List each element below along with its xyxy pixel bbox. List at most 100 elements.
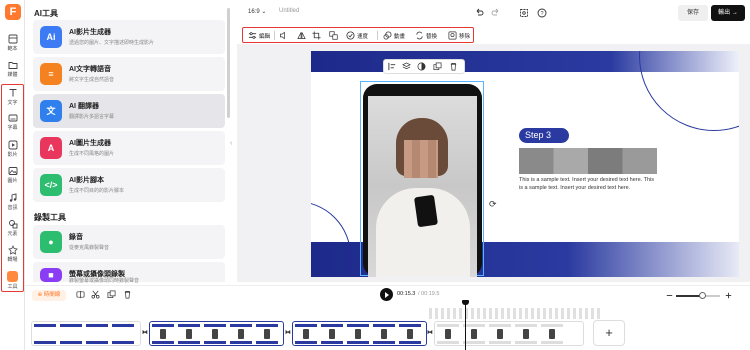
tool-name: AI圖片生成器 <box>69 140 111 147</box>
project-title[interactable]: Untitled <box>279 8 299 14</box>
svg-text:?: ? <box>540 11 543 17</box>
export-button[interactable]: 輸出 → <box>711 5 745 21</box>
clip-thumbnail <box>295 324 317 344</box>
tool-name: AI文字轉語音 <box>69 66 111 73</box>
screenshot-icon[interactable] <box>519 8 529 18</box>
zoom-out-icon[interactable] <box>665 291 674 300</box>
tool-card-image-generator[interactable]: A AI圖片生成器 生成不同風格的圖片 <box>33 131 225 165</box>
element-edit-toolbar: 編輯 速度 動畫 替換 移除 <box>242 27 474 43</box>
toolbar-divider <box>377 31 378 40</box>
zoom-knob[interactable] <box>699 292 707 299</box>
transition-marker-icon[interactable]: ⧓ <box>142 330 148 336</box>
flip-button[interactable] <box>297 30 308 41</box>
playhead-line[interactable] <box>465 302 466 350</box>
handheld-phone <box>414 194 438 228</box>
zoom-in-icon[interactable] <box>724 291 733 300</box>
tool-desc: 透過您的圖片、文字描述即時生成影片 <box>69 40 155 46</box>
clip-thumbnail <box>152 324 174 344</box>
remove-button[interactable]: 移除 <box>448 30 470 41</box>
tool-card-video-generator[interactable]: Ai AI影片生成器 透過您的圖片、文字描述即時生成影片 <box>33 20 225 54</box>
remove-bg-icon <box>448 31 457 40</box>
tool-name: AI影片生成器 <box>69 29 111 36</box>
animation-button[interactable]: 動畫 <box>383 30 405 41</box>
timeline-clip[interactable] <box>434 321 584 346</box>
top-bar: 16:9 ⌄ Untitled ? 保存 輸出 → <box>237 0 750 26</box>
ai-video-icon: Ai <box>40 26 62 48</box>
help-icon[interactable]: ? <box>537 8 547 18</box>
rail-item-template[interactable]: 範本 <box>0 34 25 52</box>
scissors-icon[interactable] <box>91 290 100 299</box>
tts-icon: ≡ <box>40 63 62 85</box>
decor-circle <box>639 51 739 131</box>
crop-icon <box>312 31 321 40</box>
element-mini-toolbar <box>383 59 465 74</box>
transparency-icon[interactable] <box>417 62 426 71</box>
app-logo[interactable]: F <box>5 4 21 20</box>
panel-scrollbar[interactable] <box>227 8 230 118</box>
delete-icon[interactable] <box>449 62 458 71</box>
duplicate-icon[interactable] <box>433 62 442 71</box>
timeline-clip[interactable] <box>149 321 284 346</box>
rail-label: 媒體 <box>7 72 18 78</box>
rail-highlight-box <box>1 84 24 292</box>
timeline-clip[interactable] <box>292 321 427 346</box>
clip-thumbnail <box>112 324 134 344</box>
animation-icon <box>383 31 392 40</box>
volume-button[interactable] <box>279 30 290 41</box>
rail-item-media[interactable]: 媒體 <box>0 60 25 78</box>
replace-button[interactable]: 替換 <box>415 30 437 41</box>
layers-icon[interactable] <box>402 62 411 71</box>
tools-panel: AI工具 Ai AI影片生成器 透過您的圖片、文字描述即時生成影片 ≡ AI文字… <box>25 0 230 284</box>
clip-thumbnail <box>347 324 369 344</box>
rec-section-title: 錄製工具 <box>34 213 66 222</box>
rail-label: 範本 <box>7 46 18 52</box>
undo-icon[interactable] <box>474 8 484 18</box>
tool-card-text-to-speech[interactable]: ≡ AI文字轉語音 將文字生成自然語音 <box>33 57 225 91</box>
rotate-icon[interactable]: ⟳ <box>489 199 499 209</box>
tool-card-translator[interactable]: 文 AI 翻譯器 翻譯影片多語言字幕 <box>33 94 225 128</box>
microphone-icon: ● <box>40 231 62 253</box>
step-badge[interactable]: Step 3 <box>519 128 569 143</box>
crop-button[interactable] <box>312 30 323 41</box>
phone-video[interactable] <box>368 96 477 277</box>
align-icon[interactable] <box>388 62 397 71</box>
tool-name: AI 翻譯器 <box>69 103 99 110</box>
clip-thumbnail <box>34 324 56 344</box>
copy-icon[interactable] <box>107 290 116 299</box>
slide-body-text[interactable]: This is a sample text. Insert your desir… <box>519 177 659 192</box>
aspect-ratio-select[interactable]: 16:9 ⌄ <box>248 8 266 15</box>
tool-desc: 翻譯影片多語言字幕 <box>69 114 115 120</box>
clip-thumbnail <box>256 324 278 344</box>
translate-icon <box>329 31 338 40</box>
save-button[interactable]: 保存 <box>678 5 708 21</box>
timeline-ruler[interactable] <box>429 308 601 319</box>
edit-label: 編輯 <box>259 33 271 40</box>
timeline-tab[interactable]: ⊕ 時間線 <box>32 290 66 301</box>
redo-icon[interactable] <box>491 8 501 18</box>
add-clip-button[interactable]: + <box>593 320 625 346</box>
blurred-text-block <box>519 148 657 174</box>
speed-button[interactable]: 速度 <box>346 30 368 41</box>
translate-icon: 文 <box>40 100 62 122</box>
timeline-clip[interactable] <box>31 321 141 346</box>
ai-image-icon: A <box>40 137 62 159</box>
trash-icon[interactable] <box>123 290 132 299</box>
clip-thumbnail <box>463 324 485 344</box>
tool-card-video-script[interactable]: </> AI影片腳本 生成不同目的的影片腳本 <box>33 168 225 202</box>
editor-app: F 範本 媒體 文字 字幕 影片 圖片 音訊 元素 轉場 工具 AI工具 Ai … <box>0 0 750 350</box>
timeline-controls: ⊕ 時間線 00:15.3 / 00:19.5 <box>25 285 750 303</box>
collapse-panel-icon[interactable]: ‹ <box>230 138 236 150</box>
play-button[interactable] <box>380 288 393 301</box>
tool-desc: 錄製螢幕或攝像頭同時錄製聲音 <box>69 278 140 284</box>
split-icon[interactable] <box>76 290 85 299</box>
transition-marker-icon[interactable]: ⧓ <box>427 330 433 336</box>
translate-button[interactable] <box>329 30 340 41</box>
tool-card-screen-record[interactable]: ■ 螢幕或攝像頭錄製 錄製螢幕或攝像頭同時錄製聲音 <box>33 262 225 284</box>
transition-marker-icon[interactable]: ⧓ <box>285 330 291 336</box>
folder-icon <box>8 62 17 69</box>
left-rail: F 範本 媒體 文字 字幕 影片 圖片 音訊 元素 轉場 工具 <box>0 0 25 350</box>
edit-button[interactable]: 編輯 <box>248 30 270 41</box>
zoom-slider[interactable] <box>676 292 720 299</box>
tool-card-voice-record[interactable]: ● 錄音 從麥克風錄製聲音 <box>33 225 225 259</box>
tool-desc: 將文字生成自然語音 <box>69 77 115 83</box>
